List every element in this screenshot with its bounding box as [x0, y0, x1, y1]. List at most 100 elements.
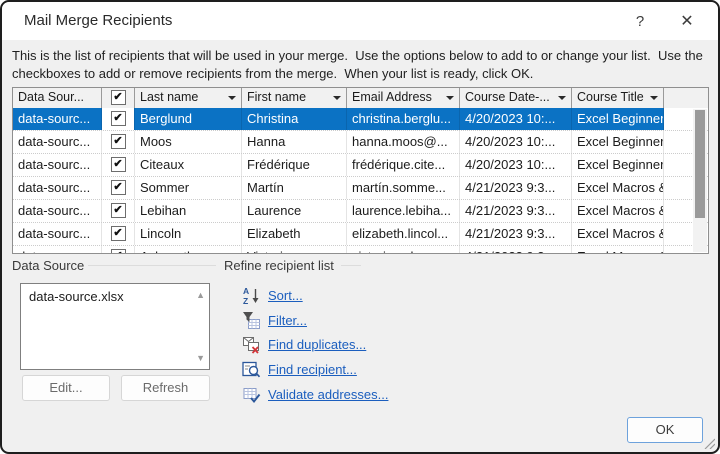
cell-data-source: data-sourc... [13, 246, 102, 253]
refresh-button[interactable]: Refresh [121, 375, 210, 401]
cell-first-name: Frédérique [242, 154, 347, 176]
recipient-row[interactable]: data-sourc...✔LincolnElizabethelizabeth.… [13, 223, 708, 246]
header-course-date[interactable]: Course Date-... [460, 88, 572, 108]
recipient-checkbox-cell: ✔ [102, 108, 135, 130]
cell-last-name: Lebihan [135, 200, 242, 222]
header-first-name-label: First name [247, 90, 306, 104]
cell-course-title: Excel Macros &... [572, 200, 664, 222]
recipient-row[interactable]: data-sourc... ✔ CiteauxFrédériquefrédériqu… [13, 154, 708, 177]
cell-email: laurence.lebiha... [347, 200, 460, 222]
recipient-row[interactable]: data-sourc...✔AshworthVictoriavictoria.a… [13, 246, 708, 253]
cell-first-name: Elizabeth [242, 223, 347, 245]
cell-course-title: Excel Macros &... [572, 177, 664, 199]
refine-group-label: Refine recipient list [224, 258, 334, 273]
edit-button[interactable]: Edit... [22, 375, 110, 401]
cell-email: frédérique.cite... [347, 154, 460, 176]
refine-link-filter: Filter... [242, 310, 307, 330]
filter-link[interactable]: Filter... [268, 313, 307, 328]
recipient-row[interactable]: data-sourc...✔BerglundChristinachristina… [13, 108, 708, 131]
cell-first-name: Laurence [242, 200, 347, 222]
refine-link-validate-addresses: Validate addresses... [242, 384, 388, 404]
find-recipient-icon [242, 360, 261, 379]
header-first-name[interactable]: First name [242, 88, 347, 108]
cell-data-source: data-sourc... [13, 154, 102, 176]
sort-link[interactable]: Sort... [268, 288, 303, 303]
data-source-file-item[interactable]: data-source.xlsx [21, 284, 209, 309]
sort-icon: AZ [242, 286, 261, 305]
cell-data-source: data-sourc... [13, 200, 102, 222]
recipient-row[interactable]: data-sourc... ✔ LebihanLaurencelaurence.le… [13, 200, 708, 223]
cell-email: victoria.ashwor... [347, 246, 460, 253]
find-duplicates-link[interactable]: Find duplicates... [268, 337, 366, 352]
table-scrollbar-thumb[interactable] [695, 110, 705, 218]
header-course-title-label: Course Title [577, 90, 644, 104]
header-filler [664, 88, 708, 108]
header-course-date-label: Course Date-... [465, 90, 550, 104]
header-last-name-label: Last name [140, 90, 198, 104]
find-recipient-link[interactable]: Find recipient... [268, 362, 357, 377]
header-email[interactable]: Email Address [347, 88, 460, 108]
header-data-source[interactable]: Data Sour... [13, 88, 102, 108]
recipient-row[interactable]: data-sourc...✔SommerMartínmartín.somme..… [13, 177, 708, 200]
recipient-checkbox-cell: ✔ [102, 154, 135, 176]
cell-last-name: Berglund [135, 108, 242, 130]
cell-email: elizabeth.lincol... [347, 223, 460, 245]
cell-last-name: Citeaux [135, 154, 242, 176]
cell-email: martín.somme... [347, 177, 460, 199]
recipient-checkbox-cell: ✔ [102, 246, 135, 253]
recipient-checkbox[interactable]: ✔ [111, 111, 126, 126]
chevron-down-icon[interactable] [650, 96, 658, 100]
cell-course-date: 4/21/2023 9:3... [460, 200, 572, 222]
validate-addresses-link[interactable]: Validate addresses... [268, 387, 388, 402]
cell-last-name: Lincoln [135, 223, 242, 245]
scroll-down-icon[interactable]: ▼ [196, 353, 205, 363]
cell-course-title: Excel Beginners [572, 108, 664, 130]
recipient-checkbox-cell: ✔ [102, 223, 135, 245]
cell-last-name: Sommer [135, 177, 242, 199]
select-all-checkbox[interactable]: ✔ [111, 90, 126, 105]
recipient-checkbox[interactable]: ✔ [111, 134, 126, 149]
recipient-checkbox[interactable]: ✔ [111, 157, 126, 172]
recipient-row[interactable]: data-sourc...✔MoosHannahanna.moos@...4/2… [13, 131, 708, 154]
data-source-group-label: Data Source [12, 258, 84, 273]
help-icon[interactable]: ? [627, 9, 653, 35]
chevron-down-icon[interactable] [446, 96, 454, 100]
cell-last-name: Ashworth [135, 246, 242, 253]
close-icon[interactable]: ✕ [674, 9, 700, 35]
table-scrollbar[interactable] [693, 109, 707, 252]
recipient-checkbox[interactable]: ✔ [111, 226, 126, 241]
cell-course-date: 4/20/2023 10:... [460, 108, 572, 130]
header-course-title[interactable]: Course Title [572, 88, 664, 108]
cell-first-name: Christina [242, 108, 347, 130]
recipient-checkbox-cell: ✔ [102, 177, 135, 199]
scroll-up-icon[interactable]: ▲ [196, 290, 205, 300]
cell-data-source: data-sourc... [13, 108, 102, 130]
recipient-checkbox[interactable]: ✔ [111, 249, 126, 253]
svg-text:A: A [243, 286, 249, 296]
chevron-down-icon[interactable] [228, 96, 236, 100]
cell-course-title: Excel Beginners [572, 131, 664, 153]
chevron-down-icon[interactable] [558, 96, 566, 100]
recipient-checkbox[interactable]: ✔ [111, 203, 126, 218]
table-header-row: Data Sour... ✔ Last name First name Emai… [13, 88, 708, 109]
cell-course-date: 4/20/2023 10:... [460, 154, 572, 176]
svg-text:Z: Z [243, 296, 248, 305]
title-bar: Mail Merge Recipients ? ✕ [2, 2, 718, 40]
dialog-title: Mail Merge Recipients [24, 12, 172, 29]
cell-first-name: Hanna [242, 131, 347, 153]
ok-button[interactable]: OK [627, 417, 703, 443]
recipient-checkbox[interactable]: ✔ [111, 180, 126, 195]
mail-merge-recipients-dialog: Mail Merge Recipients ? ✕ This is the li… [0, 0, 720, 454]
description-line-1: This is the list of recipients that will… [12, 48, 703, 63]
header-last-name[interactable]: Last name [135, 88, 242, 108]
cell-last-name: Moos [135, 131, 242, 153]
resize-grip[interactable] [702, 436, 715, 449]
header-email-label: Email Address [352, 90, 432, 104]
table-body: data-sourc...✔BerglundChristinachristina… [13, 108, 708, 253]
recipient-checkbox-cell: ✔ [102, 200, 135, 222]
cell-course-date: 4/21/2023 9:3... [460, 223, 572, 245]
cell-data-source: data-sourc... [13, 177, 102, 199]
chevron-down-icon[interactable] [333, 96, 341, 100]
find-duplicates-icon [242, 335, 261, 354]
data-source-listbox[interactable]: data-source.xlsx ▲ ▼ [20, 283, 210, 370]
